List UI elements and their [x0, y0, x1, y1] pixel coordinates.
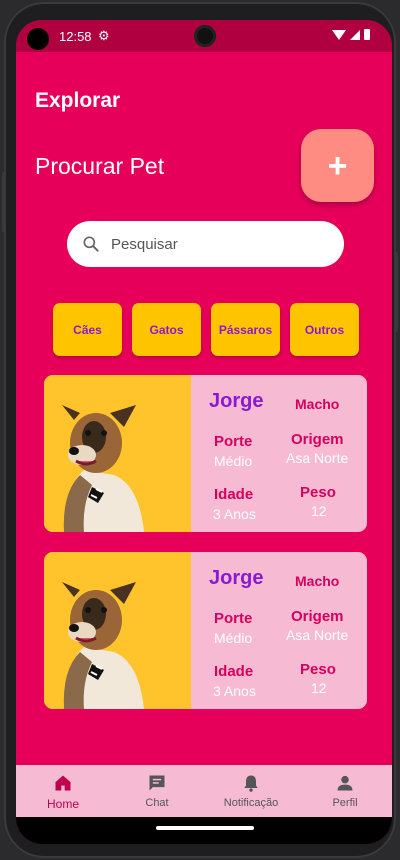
peso-label: Peso: [300, 484, 336, 501]
idade-label: Idade: [214, 663, 254, 680]
home-icon: [55, 775, 71, 791]
idade-value: 3 Anos: [213, 506, 256, 522]
category-chip-cats[interactable]: Gatos: [132, 303, 201, 356]
dog-illustration: [62, 405, 144, 532]
pet-card[interactable]: Jorge Macho Porte Médio Origem Asa Norte…: [44, 375, 367, 532]
nav-item-chat[interactable]: Chat: [110, 765, 204, 817]
peso-value: 12: [311, 503, 327, 519]
wifi-icon: [332, 29, 346, 40]
origem-value: Asa Norte: [286, 627, 349, 643]
search-icon: [83, 236, 99, 252]
camera-cutout: [194, 25, 216, 47]
peso-label: Peso: [300, 661, 336, 678]
idade-label: Idade: [214, 486, 254, 503]
phone-frame: 12:58 ⚙ Explorar Procurar Pet + Cães Gat…: [2, 2, 398, 858]
peso-value: 12: [311, 680, 327, 696]
home-gesture-bar[interactable]: [156, 826, 254, 830]
chat-icon: [149, 775, 165, 791]
pet-sex: Macho: [295, 573, 340, 589]
nav-label-profile: Perfil: [332, 797, 358, 809]
nav-label-home: Home: [46, 797, 79, 811]
pet-photo: [44, 552, 191, 709]
section-title: Procurar Pet: [35, 153, 165, 179]
page-title: Explorar: [35, 89, 121, 112]
person-icon: [337, 775, 353, 791]
origem-label: Origem: [291, 431, 344, 448]
front-camera: [27, 28, 49, 50]
pet-name: Jorge: [209, 390, 264, 412]
bottom-navigation: Home Chat Notificação Perfil: [16, 765, 392, 817]
origem-label: Origem: [291, 608, 344, 625]
signal-icon: [350, 29, 360, 40]
dog-illustration: [62, 582, 144, 709]
power-button: [2, 172, 5, 232]
plus-icon: +: [327, 146, 348, 185]
porte-value: Médio: [214, 630, 253, 646]
settings-gear-icon: ⚙: [98, 28, 110, 43]
category-chip-dogs[interactable]: Cães: [53, 303, 122, 356]
pet-sex: Macho: [295, 396, 340, 412]
status-icons: [332, 29, 370, 40]
volume-button: [395, 252, 398, 332]
search-bar[interactable]: [67, 221, 344, 267]
pet-name: Jorge: [209, 567, 264, 589]
idade-value: 3 Anos: [213, 683, 256, 699]
nav-item-profile[interactable]: Perfil: [298, 765, 392, 817]
system-gesture-area: [16, 817, 392, 844]
porte-value: Médio: [214, 453, 253, 469]
category-chip-birds[interactable]: Pássaros: [211, 303, 280, 356]
status-time: 12:58: [59, 29, 92, 44]
status-bar: 12:58 ⚙: [16, 20, 392, 52]
category-chip-others[interactable]: Outros: [290, 303, 359, 356]
nav-item-home[interactable]: Home: [16, 765, 110, 817]
porte-label: Porte: [214, 433, 253, 450]
nav-item-notifications[interactable]: Notificação: [204, 765, 298, 817]
nav-label-notifications: Notificação: [223, 797, 279, 809]
app-screen: 12:58 ⚙ Explorar Procurar Pet + Cães Gat…: [16, 20, 392, 844]
search-input[interactable]: [111, 221, 331, 267]
nav-label-chat: Chat: [145, 797, 169, 809]
origem-value: Asa Norte: [286, 450, 349, 466]
porte-label: Porte: [214, 610, 253, 627]
battery-icon: [364, 29, 370, 40]
bell-icon: [244, 775, 258, 792]
add-pet-button[interactable]: +: [301, 129, 374, 202]
pet-photo: [44, 375, 191, 532]
category-filters: Cães Gatos Pássaros Outros: [53, 303, 359, 356]
pet-card[interactable]: Jorge Macho Porte Médio Origem Asa Norte…: [44, 552, 367, 709]
